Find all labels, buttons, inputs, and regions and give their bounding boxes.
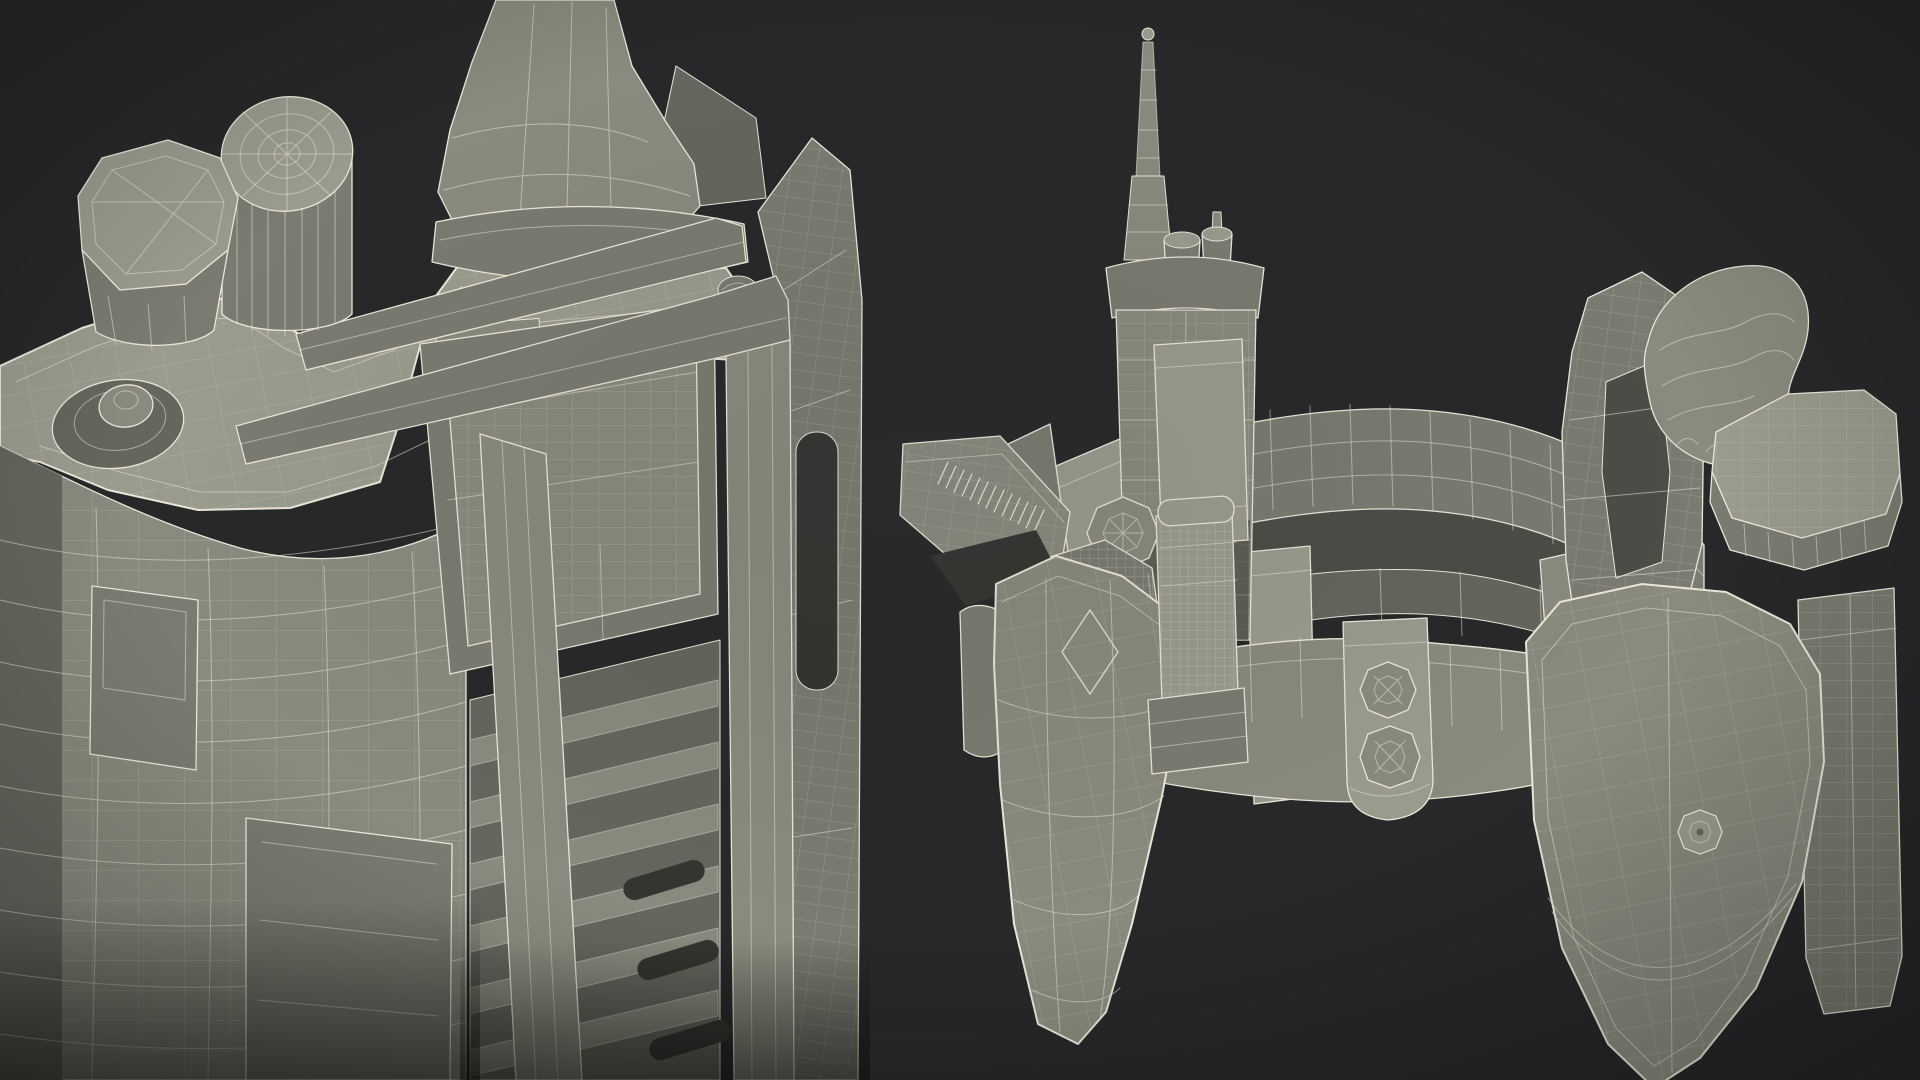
render-viewport (0, 0, 1920, 1080)
vignette-overlay (0, 0, 1920, 1080)
wireframe-render-canvas (0, 0, 1920, 1080)
